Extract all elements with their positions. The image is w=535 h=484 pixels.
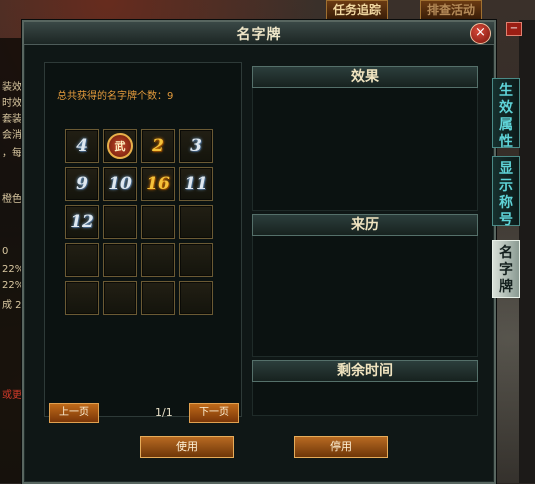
- bg-text-line: 时效: [2, 98, 22, 109]
- tab-name-badge[interactable]: 名字牌: [492, 240, 520, 298]
- badge-slot[interactable]: [65, 243, 99, 277]
- badge-slot[interactable]: [103, 281, 137, 315]
- tab-active-attributes[interactable]: 生效属性: [492, 78, 520, 150]
- bg-text-line-red: 或更: [2, 390, 22, 401]
- bg-text-line: 22%: [2, 280, 25, 291]
- badge-slot[interactable]: 16: [141, 167, 175, 201]
- badge-slot[interactable]: 10: [103, 167, 137, 201]
- name-badge-icon: 2: [152, 136, 164, 156]
- badge-slot[interactable]: 武: [103, 129, 137, 163]
- name-badge-icon: 12: [70, 212, 94, 232]
- badge-count-label: 总共获得的名字牌个数：9: [57, 91, 174, 102]
- remaining-time-content: [252, 382, 478, 416]
- name-badge-icon: 10: [108, 174, 132, 194]
- minimize-button[interactable]: −: [506, 22, 522, 36]
- badge-slot[interactable]: 11: [179, 167, 213, 201]
- badge-slot[interactable]: 3: [179, 129, 213, 163]
- badge-slot[interactable]: 2: [141, 129, 175, 163]
- name-badge-icon: 3: [190, 136, 202, 156]
- disable-button[interactable]: 停用: [294, 436, 388, 458]
- activity-button[interactable]: 排查活动: [420, 0, 483, 20]
- name-badge-icon: 16: [146, 174, 170, 194]
- right-edge-strip: [519, 20, 535, 483]
- badge-slot[interactable]: [179, 243, 213, 277]
- badge-slot[interactable]: [179, 205, 213, 239]
- name-badge-icon: 9: [76, 174, 88, 194]
- badge-slot[interactable]: 9: [65, 167, 99, 201]
- origin-content: [252, 236, 478, 357]
- badge-slot[interactable]: 4: [65, 129, 99, 163]
- page-indicator: 1/1: [155, 406, 173, 419]
- badge-slot[interactable]: [103, 243, 137, 277]
- name-badge-icon: 4: [76, 136, 88, 156]
- bg-text-line: 0: [2, 246, 9, 257]
- badge-grid: 4 武 2 3 9 10 16 11 12: [65, 129, 213, 315]
- origin-header: 来历: [252, 214, 478, 236]
- badge-slot[interactable]: [141, 243, 175, 277]
- badge-slot[interactable]: [141, 281, 175, 315]
- name-badge-icon: 11: [184, 174, 208, 194]
- badge-slot[interactable]: [141, 205, 175, 239]
- task-tracking-button[interactable]: 任务追踪: [326, 0, 389, 20]
- next-page-button[interactable]: 下一页: [189, 403, 239, 423]
- window-titlebar[interactable]: 名字牌 ×: [24, 22, 494, 45]
- badge-slot[interactable]: [103, 205, 137, 239]
- effect-header: 效果: [252, 66, 478, 88]
- name-badge-icon: 武: [107, 133, 133, 159]
- badge-slot[interactable]: [65, 281, 99, 315]
- window-title: 名字牌: [236, 27, 282, 43]
- prev-page-button[interactable]: 上一页: [49, 403, 99, 423]
- badge-slot[interactable]: 12: [65, 205, 99, 239]
- tab-display-title[interactable]: 显示称号: [492, 156, 520, 228]
- badge-slot[interactable]: [179, 281, 213, 315]
- badge-collection-pane: 总共获得的名字牌个数：9 4 武 2 3 9 10 16 11 12 上一页 1/1 下一页: [44, 62, 242, 423]
- close-button[interactable]: ×: [470, 23, 491, 44]
- bg-text-line: 22%: [2, 264, 25, 275]
- use-button[interactable]: 使用: [140, 436, 234, 458]
- remaining-time-header: 剩余时间: [252, 360, 478, 382]
- name-badge-window: 名字牌 × 总共获得的名字牌个数：9 4 武 2 3 9 10 16 11 12 上一页 1/1…: [22, 20, 496, 484]
- effect-content: [252, 88, 478, 211]
